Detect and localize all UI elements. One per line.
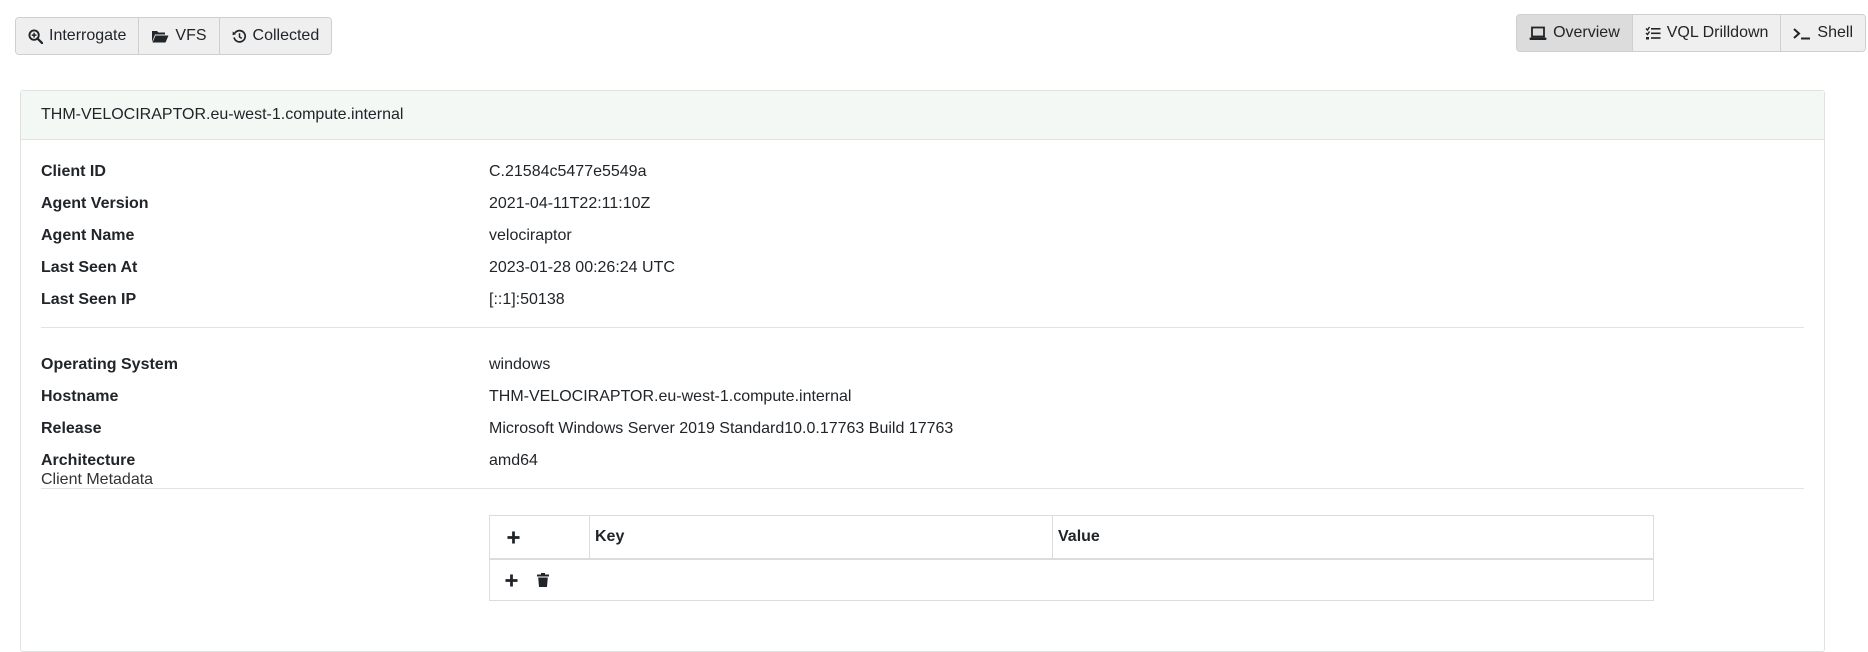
overview-button[interactable]: Overview	[1517, 15, 1633, 51]
client-metadata-table: Key Value	[489, 515, 1654, 601]
info-label: Agent Name	[41, 227, 135, 244]
collected-button[interactable]: Collected	[219, 18, 332, 54]
client-hostname-title: THM-VELOCIRAPTOR.eu-west-1.compute.inter…	[41, 106, 404, 123]
info-label: Last Seen At	[41, 259, 138, 276]
info-row-release: Release Microsoft Windows Server 2019 St…	[41, 413, 953, 445]
vfs-button[interactable]: VFS	[139, 18, 220, 54]
info-row-client-id: Client ID C.21584c5477e5549a	[41, 156, 646, 188]
info-label: Client ID	[41, 163, 106, 180]
overview-label: Overview	[1553, 24, 1620, 41]
shell-button[interactable]: Shell	[1781, 15, 1865, 51]
info-row-operating-system: Operating System windows	[41, 349, 550, 381]
client-overview-card: THM-VELOCIRAPTOR.eu-west-1.compute.inter…	[20, 90, 1825, 652]
info-row-agent-name: Agent Name velociraptor	[41, 220, 572, 252]
info-value: [::1]:50138	[489, 291, 565, 308]
info-value: C.21584c5477e5549a	[489, 163, 647, 180]
tasks-icon	[1645, 26, 1661, 41]
plus-icon[interactable]	[502, 526, 524, 548]
history-icon	[232, 29, 247, 44]
metadata-actions-cell	[490, 559, 1654, 601]
info-row-last-seen-ip: Last Seen IP [::1]:50138	[41, 284, 565, 316]
info-value: windows	[489, 356, 551, 373]
section-divider	[41, 327, 1804, 328]
client-toolbar-right: Overview VQL Drilldown Shell	[1516, 14, 1866, 52]
interrogate-button[interactable]: Interrogate	[16, 18, 140, 54]
info-value: 2023-01-28 00:26:24 UTC	[489, 259, 675, 276]
info-label: Last Seen IP	[41, 291, 137, 308]
collected-label: Collected	[252, 27, 320, 44]
key-column-header: Key	[589, 515, 1053, 560]
info-value: THM-VELOCIRAPTOR.eu-west-1.compute.inter…	[489, 388, 852, 405]
info-label: Release	[41, 420, 102, 437]
shell-label: Shell	[1817, 24, 1853, 41]
value-column-header: Value	[1052, 515, 1654, 560]
search-plus-icon	[28, 28, 43, 44]
terminal-icon	[1793, 26, 1811, 41]
info-row-agent-version: Agent Version 2021-04-11T22:11:10Z	[41, 188, 650, 220]
metadata-header-row: Key Value	[489, 515, 1654, 560]
interrogate-label: Interrogate	[49, 27, 127, 44]
section-divider	[41, 488, 1804, 489]
info-row-last-seen-at: Last Seen At 2023-01-28 00:26:24 UTC	[41, 252, 675, 284]
folder-open-icon	[151, 29, 169, 44]
vql-drilldown-label: VQL Drilldown	[1666, 24, 1769, 41]
trash-icon[interactable]	[532, 569, 554, 591]
info-label: Architecture	[41, 452, 136, 469]
info-label: Agent Version	[41, 195, 149, 212]
info-label: Operating System	[41, 356, 178, 373]
add-column-header	[489, 515, 590, 560]
laptop-icon	[1529, 26, 1547, 41]
info-value: amd64	[489, 452, 538, 469]
info-value: 2021-04-11T22:11:10Z	[489, 195, 651, 212]
info-label: Hostname	[41, 388, 119, 405]
vql-drilldown-button[interactable]: VQL Drilldown	[1632, 15, 1782, 51]
info-value: velociraptor	[489, 227, 572, 244]
card-header: THM-VELOCIRAPTOR.eu-west-1.compute.inter…	[21, 91, 1824, 140]
plus-icon[interactable]	[500, 569, 522, 591]
info-row-hostname: Hostname THM-VELOCIRAPTOR.eu-west-1.comp…	[41, 381, 851, 413]
vfs-label: VFS	[175, 27, 207, 44]
client-metadata-label: Client Metadata	[41, 471, 154, 488]
client-toolbar-left: Interrogate VFS Collected	[15, 17, 333, 55]
metadata-action-row	[490, 559, 1654, 601]
info-value: Microsoft Windows Server 2019 Standard10…	[489, 420, 954, 437]
